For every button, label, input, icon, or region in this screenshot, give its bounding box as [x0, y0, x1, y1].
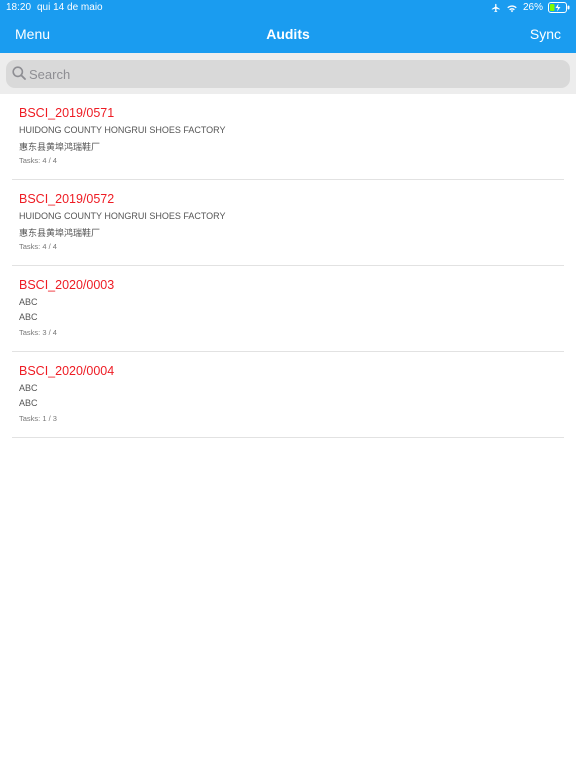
audit-list: BSCI_2019/0571 HUIDONG COUNTY HONGRUI SH…	[0, 94, 576, 438]
audit-factory-local-name: ABC	[19, 398, 38, 408]
sync-button[interactable]: Sync	[530, 26, 561, 42]
audit-code: BSCI_2020/0003	[19, 278, 115, 292]
search-bar[interactable]	[6, 60, 570, 88]
wifi-icon	[507, 4, 517, 12]
audit-list-item[interactable]: BSCI_2020/0003 ABC ABC Tasks: 3 / 4	[0, 266, 576, 352]
status-date: qui 14 de maio	[37, 2, 103, 13]
audit-factory-name: ABC	[19, 297, 38, 307]
audit-factory-local-name: 惠东县黄埠鸿瑞鞋厂	[19, 228, 101, 238]
battery-percent: 26%	[522, 2, 543, 13]
airplane-icon	[491, 3, 500, 12]
menu-button[interactable]: Menu	[15, 26, 50, 42]
audit-code: BSCI_2019/0572	[19, 192, 115, 206]
list-divider	[12, 437, 564, 438]
page-title: Audits	[266, 26, 310, 42]
audit-list-item[interactable]: BSCI_2019/0572 HUIDONG COUNTY HONGRUI SH…	[0, 180, 576, 266]
audit-code: BSCI_2019/0571	[19, 106, 115, 120]
audit-tasks-count: Tasks: 4 / 4	[19, 242, 57, 251]
audit-list-item[interactable]: BSCI_2020/0004 ABC ABC Tasks: 1 / 3	[0, 352, 576, 438]
status-bar: 18:20 qui 14 de maio 26%	[0, 0, 576, 16]
search-area	[0, 53, 576, 94]
search-icon	[12, 66, 26, 80]
navigation-bar: Menu Audits Sync	[0, 16, 576, 53]
battery-charging-icon	[548, 2, 570, 13]
audit-tasks-count: Tasks: 3 / 4	[19, 328, 57, 337]
audit-factory-local-name: 惠东县黄埠鸿瑞鞋厂	[19, 142, 101, 152]
audit-tasks-count: Tasks: 4 / 4	[19, 156, 57, 165]
search-input[interactable]	[29, 60, 559, 88]
app-header: 18:20 qui 14 de maio 26% Menu Audits Syn…	[0, 0, 576, 53]
audit-tasks-count: Tasks: 1 / 3	[19, 414, 57, 423]
audit-list-item[interactable]: BSCI_2019/0571 HUIDONG COUNTY HONGRUI SH…	[0, 94, 576, 180]
audit-factory-name: HUIDONG COUNTY HONGRUI SHOES FACTORY	[19, 125, 226, 135]
audit-factory-name: HUIDONG COUNTY HONGRUI SHOES FACTORY	[19, 211, 226, 221]
status-time: 18:20	[6, 2, 32, 13]
audit-factory-local-name: ABC	[19, 312, 38, 322]
status-indicators: 26%	[491, 2, 570, 13]
audit-factory-name: ABC	[19, 383, 38, 393]
audit-code: BSCI_2020/0004	[19, 364, 115, 378]
